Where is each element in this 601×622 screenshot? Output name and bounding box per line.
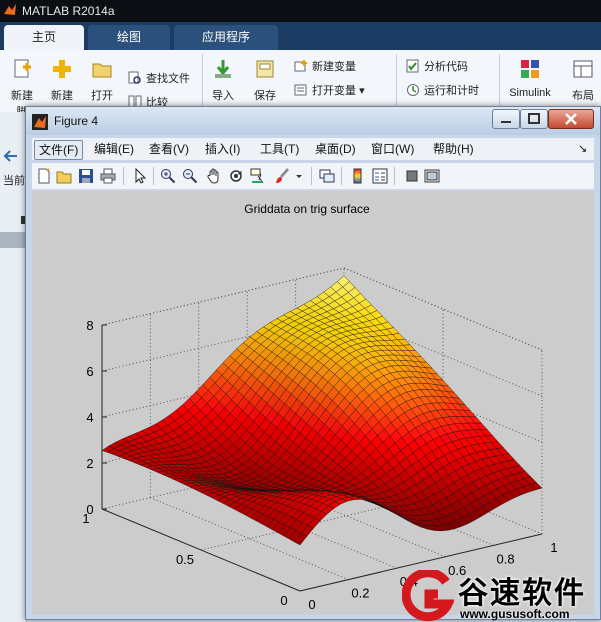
save-workspace-icon <box>256 60 274 78</box>
colorbar-icon[interactable] <box>350 168 366 184</box>
save-icon[interactable] <box>78 168 94 184</box>
new-variable-button[interactable]: 新建变量 <box>294 58 356 74</box>
new-variable-icon <box>294 60 307 72</box>
brush-icon[interactable] <box>274 168 290 184</box>
figure-title-bar: Figure 4 <box>26 107 600 135</box>
new-figure-icon[interactable] <box>36 168 52 184</box>
simulink-icon <box>521 60 539 78</box>
run-and-time-icon <box>407 84 419 96</box>
figure-matlab-icon <box>32 114 48 130</box>
pan-hand-icon[interactable] <box>206 168 222 184</box>
close-icon <box>565 113 577 125</box>
menu-help[interactable]: 帮助(H) <box>429 140 478 158</box>
minimize-icon <box>501 121 511 123</box>
open-variable-icon <box>294 84 307 96</box>
open-button[interactable]: 打开 <box>86 58 118 103</box>
z-tick-label: 2 <box>86 456 93 471</box>
matlab-left-panel: 当前 <box>0 112 27 622</box>
watermark-brand: 谷速软件 <box>458 577 586 610</box>
menu-edit[interactable]: 编辑(E) <box>90 140 138 158</box>
import-button[interactable]: 导入 <box>207 58 239 103</box>
matlab-logo-icon <box>4 4 16 15</box>
simulink-button[interactable]: Simulink <box>504 58 556 99</box>
show-plot-tools-icon[interactable] <box>424 168 440 184</box>
menu-file[interactable]: 文件(F) <box>34 140 84 160</box>
analyze-code-icon <box>406 59 419 73</box>
watermark: 谷速软件 www.gususoft.com <box>402 566 601 622</box>
rotate-3d-icon[interactable] <box>228 168 244 184</box>
z-tick-label: 6 <box>86 364 93 379</box>
legend-icon[interactable] <box>372 168 388 184</box>
y-tick-label: 0.5 <box>176 552 194 567</box>
current-folder-label: 当前 <box>3 175 25 187</box>
brush-dropdown-icon[interactable] <box>294 168 304 184</box>
close-button[interactable] <box>548 109 594 129</box>
x-tick-label: 1 <box>550 540 557 555</box>
folder-icon <box>92 63 112 78</box>
matlab-tab-strip: 主页 绘图 应用程序 <box>0 22 601 50</box>
dropdown-arrow-icon: ▾ <box>359 85 365 97</box>
back-arrow-icon[interactable] <box>3 150 19 162</box>
menu-view[interactable]: 查看(V) <box>145 140 193 158</box>
menu-desktop[interactable]: 桌面(D) <box>311 140 360 158</box>
layout-button[interactable]: 布局 <box>568 58 598 103</box>
zoom-out-icon[interactable] <box>182 168 198 184</box>
z-tick-label: 8 <box>86 318 93 333</box>
menu-tools[interactable]: 工具(T) <box>256 140 303 158</box>
print-icon[interactable] <box>100 168 116 184</box>
x-tick-label: 0.2 <box>351 586 369 601</box>
chart-title: Griddata on trig surface <box>244 202 370 216</box>
open-file-icon[interactable] <box>56 168 72 184</box>
figure-menu-bar: 文件(F) 编辑(E) 查看(V) 插入(I) 工具(T) 桌面(D) 窗口(W… <box>32 138 594 160</box>
figure-window: Figure 4 文件(F) 编辑(E) 查看(V) 插入(I) 工具(T) 桌… <box>25 106 601 620</box>
menu-window[interactable]: 窗口(W) <box>367 140 418 158</box>
menu-insert[interactable]: 插入(I) <box>201 140 244 158</box>
gusu-logo-icon <box>402 570 454 622</box>
tab-plots[interactable]: 绘图 <box>88 25 170 50</box>
y-tick-label: 1 <box>82 511 89 526</box>
layout-icon <box>573 60 593 78</box>
surface-plot: Griddata on trig surface 0246800.5100.20… <box>82 202 557 612</box>
surface-mesh <box>101 275 543 546</box>
z-tick-label: 4 <box>86 410 93 425</box>
new-plus-icon <box>53 60 71 78</box>
import-icon <box>215 60 231 78</box>
hide-plot-tools-icon[interactable] <box>404 168 420 184</box>
tab-apps[interactable]: 应用程序 <box>174 25 278 50</box>
tab-home[interactable]: 主页 <box>4 25 84 50</box>
analyze-code-button[interactable]: 分析代码 <box>406 58 468 74</box>
matlab-ribbon: 新建 脚 新建 打开 查找文件 比较 导入 保存 新建变量 打开变 <box>0 50 601 118</box>
matlab-title-bar: MATLAB R2014a <box>0 0 601 22</box>
menu-overflow-icon[interactable]: ↘ <box>574 140 591 158</box>
data-cursor-icon[interactable] <box>250 168 266 184</box>
plot-area[interactable]: Griddata on trig surface 0 2 4 6 8 0 0.5 1 0 0.2 0… <box>32 191 594 615</box>
x-tick-label: 0.8 <box>497 551 515 566</box>
minimize-button[interactable] <box>492 109 520 129</box>
open-variable-button[interactable]: 打开变量 ▾ <box>294 82 365 98</box>
figure-toolbar <box>32 163 594 190</box>
find-files-button[interactable]: 查找文件 <box>128 70 190 86</box>
y-tick-label: 0 <box>280 593 287 608</box>
link-plot-icon[interactable] <box>319 168 335 184</box>
find-files-icon <box>128 71 141 84</box>
matlab-title: MATLAB R2014a <box>22 4 115 18</box>
select-arrow-icon[interactable] <box>132 168 148 184</box>
run-and-time-button[interactable]: 运行和计时 <box>406 82 479 98</box>
new-script-icon <box>14 59 31 78</box>
watermark-url: www.gususoft.com <box>460 607 570 621</box>
figure-title: Figure 4 <box>54 114 99 128</box>
zoom-in-icon[interactable] <box>160 168 176 184</box>
save-workspace-button[interactable]: 保存 <box>249 58 281 103</box>
maximize-icon <box>528 113 540 124</box>
panel-row-selected[interactable] <box>0 232 26 248</box>
maximize-button[interactable] <box>520 109 548 129</box>
new-button[interactable]: 新建 <box>46 58 78 103</box>
x-tick-label: 0 <box>308 597 315 612</box>
